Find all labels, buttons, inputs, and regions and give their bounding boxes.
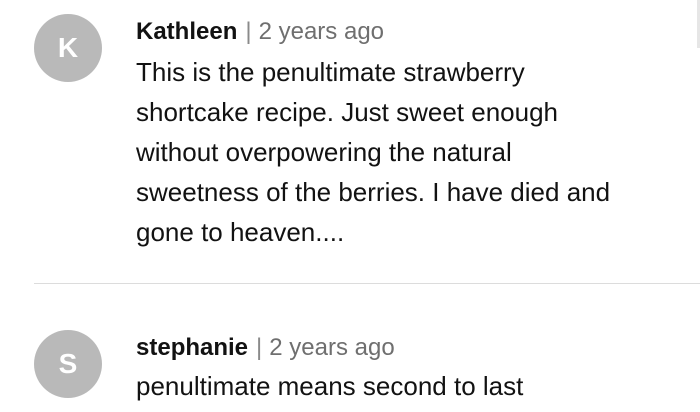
comment-timestamp: 2 years ago [269,334,395,361]
comments-section: K Kathleen | 2 years ago This is the penul… [0,0,700,412]
comment-author[interactable]: Kathleen [136,18,237,45]
comment-timestamp: 2 years ago [258,18,385,45]
comment-divider [34,283,700,284]
comment-text: This is the penultimate strawberry short… [136,57,611,247]
comment-author[interactable]: stephanie [136,334,248,361]
avatar[interactable]: K [34,14,102,82]
comment-meta: stephanie | 2 years ago [136,334,395,362]
comment-meta: Kathleen | 2 years ago [136,18,384,46]
meta-separator: | [245,18,252,45]
meta-separator: | [256,334,263,361]
avatar[interactable]: S [34,330,102,398]
comment-text: penultimate means second to last [136,371,524,401]
